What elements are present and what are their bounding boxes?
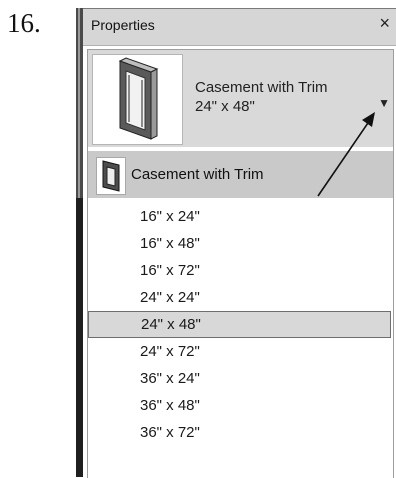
panel-titlebar: Properties × (83, 9, 396, 46)
type-option-label: 36" x 72" (140, 424, 200, 441)
type-option-label: 24" x 72" (140, 343, 200, 360)
type-option-label: 16" x 72" (140, 262, 200, 279)
family-label: Casement with Trim (131, 166, 264, 183)
type-option-label: 24" x 24" (140, 289, 200, 306)
window-family-icon (96, 157, 126, 195)
window-left-edge (76, 8, 83, 477)
type-option[interactable]: 16" x 48" (88, 230, 391, 257)
panel-title: Properties (91, 17, 155, 33)
type-option[interactable]: 16" x 72" (88, 257, 391, 284)
type-option-label: 36" x 48" (140, 397, 200, 414)
type-size: 24" x 48" (195, 98, 255, 115)
type-dropdown-list: Casement with Trim 16" x 24" 16" x 48" 1… (87, 147, 394, 478)
type-option[interactable]: 24" x 72" (88, 338, 391, 365)
step-number: 16. (7, 8, 41, 38)
type-option[interactable]: 16" x 24" (88, 203, 391, 230)
type-option-label: 16" x 48" (140, 235, 200, 252)
family-header-row[interactable]: Casement with Trim (88, 151, 393, 198)
type-option[interactable]: 36" x 24" (88, 365, 391, 392)
dropdown-arrow-icon[interactable]: ▼ (378, 96, 390, 110)
close-icon[interactable]: × (379, 13, 390, 34)
casement-window-icon (92, 54, 183, 145)
properties-panel: Properties × Casement with Trim 24" x 48… (83, 8, 396, 478)
type-option-label: 16" x 24" (140, 208, 200, 225)
type-option[interactable]: 24" x 24" (88, 284, 391, 311)
type-name: Casement with Trim (195, 79, 328, 96)
type-selector[interactable]: Casement with Trim 24" x 48" ▼ (87, 49, 394, 149)
type-option[interactable]: 36" x 48" (88, 392, 391, 419)
type-option[interactable]: 36" x 72" (88, 419, 391, 446)
type-option-selected[interactable]: 24" x 48" (88, 311, 391, 338)
type-option-label: 36" x 24" (140, 370, 200, 387)
type-option-label: 24" x 48" (141, 316, 201, 333)
